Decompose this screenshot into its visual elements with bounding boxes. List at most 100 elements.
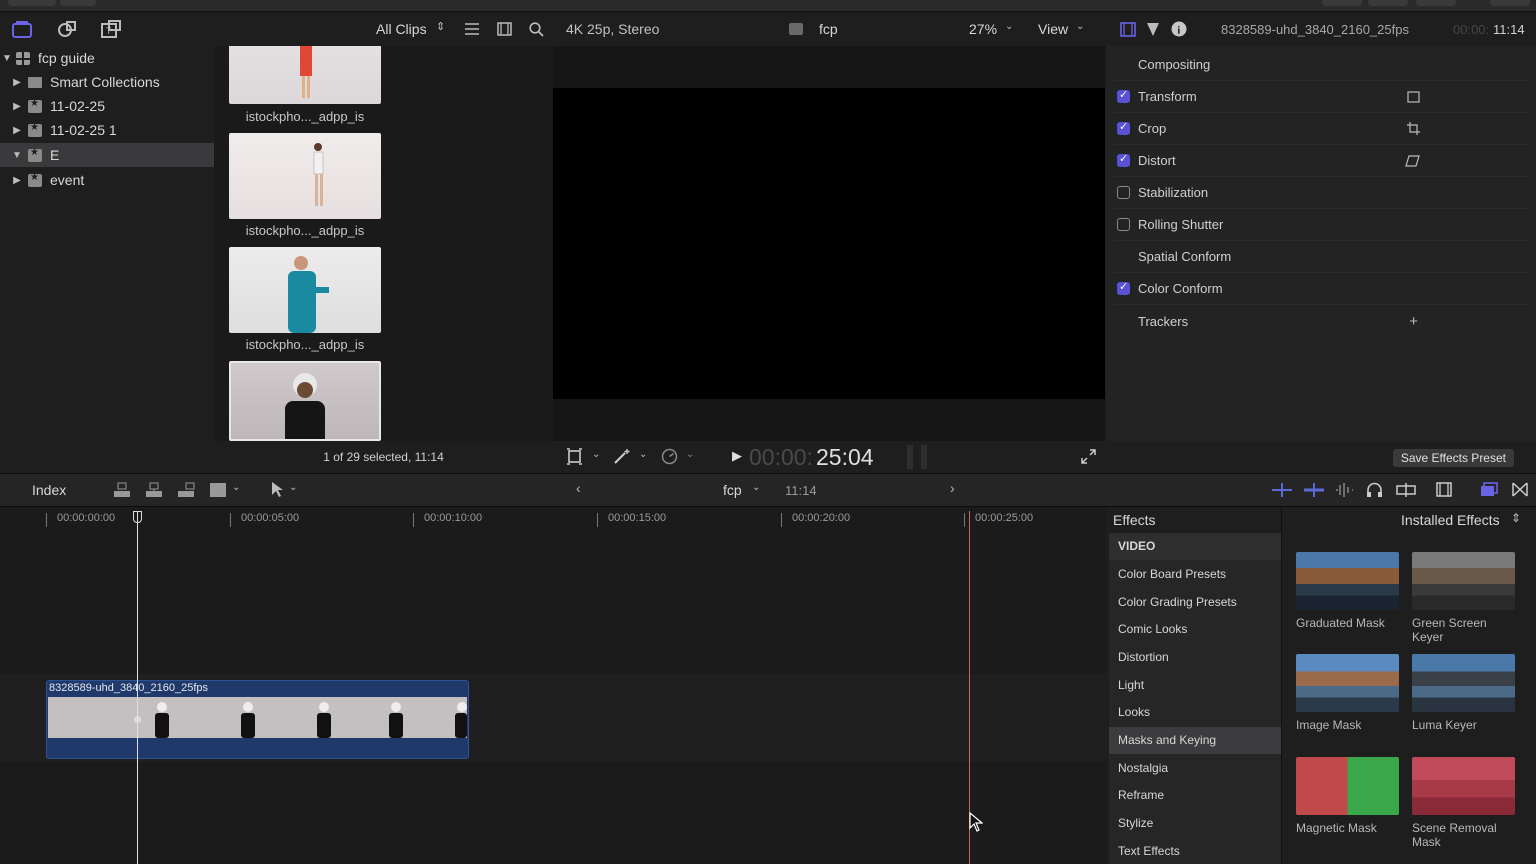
photos-audio-icon[interactable] [57,20,77,38]
distort-icon[interactable] [1405,154,1420,167]
library-item-event-selected[interactable]: ▼ E [0,143,214,167]
titles-generators-icon[interactable]: T [101,20,121,38]
library-root[interactable]: ▼ fcp guide [0,46,214,70]
filmstrip-icon[interactable] [1436,482,1452,497]
chevron-down-icon[interactable]: ⌄ [1076,21,1084,32]
checkbox-unchecked[interactable] [1117,186,1130,199]
category-item[interactable]: Color Grading Presets [1109,589,1281,616]
search-icon[interactable] [529,22,544,37]
back-arrow-icon[interactable]: ‹ [576,480,581,496]
category-header-video[interactable]: VIDEO [1109,533,1281,560]
clip-thumbnail[interactable] [229,46,381,104]
updown-chevron-icon[interactable]: ⇕ [1511,511,1521,525]
library-item-event[interactable]: ▶ 11-02-25 [0,94,214,118]
category-item[interactable]: Nostalgia [1109,755,1281,782]
play-icon[interactable]: ▶ [732,448,742,464]
window-button[interactable] [8,0,56,6]
category-item[interactable]: Looks [1109,699,1281,726]
effect-tile[interactable]: Scene Removal Mask [1412,757,1515,849]
chevron-down-icon[interactable]: ⌄ [232,482,240,493]
chevron-down-icon[interactable]: ⌄ [289,482,297,493]
updown-chevron-icon[interactable]: ⇕ [436,20,445,33]
effects-browser-icon[interactable] [1480,482,1498,497]
checkbox-checked[interactable] [1117,152,1130,167]
checkbox-unchecked[interactable] [1117,218,1130,231]
viewer-frame[interactable] [553,88,1105,399]
checkbox-checked[interactable] [1117,280,1130,295]
transform-tool-icon[interactable] [566,448,583,465]
effect-tile[interactable]: Luma Keyer [1412,654,1515,732]
disclosure-open-icon[interactable]: ▼ [10,150,24,161]
disclosure-closed-icon[interactable]: ▶ [10,125,24,136]
inspector-row-transform[interactable]: Transform [1114,81,1530,113]
inspector-row-distort[interactable]: Distort [1114,145,1530,177]
category-item[interactable]: Stylize [1109,810,1281,837]
window-button[interactable] [60,0,96,6]
effect-tile[interactable]: Magnetic Mask [1296,757,1399,835]
category-item[interactable]: Distortion [1109,644,1281,671]
transform-icon[interactable] [1407,90,1420,103]
effect-tile[interactable]: Image Mask [1296,654,1399,732]
installed-effects-menu[interactable]: Installed Effects [1401,512,1500,528]
plus-icon[interactable]: + [1409,313,1418,330]
playhead[interactable] [137,511,138,864]
disclosure-closed-icon[interactable]: ▶ [10,175,24,186]
chevron-down-icon[interactable]: ⌄ [686,449,694,460]
effect-tile[interactable]: Green Screen Keyer [1412,552,1515,644]
insert-clip-icon[interactable] [145,482,163,498]
window-button[interactable] [1368,0,1408,6]
snapping-icon[interactable] [1304,483,1324,497]
window-button[interactable] [1322,0,1362,6]
info-icon[interactable]: i [1171,21,1187,37]
timeline-project-name[interactable]: fcp [723,482,742,498]
inspector-row-rolling-shutter[interactable]: Rolling Shutter [1114,209,1530,241]
category-item[interactable]: Color Board Presets [1109,561,1281,588]
chevron-down-icon[interactable]: ⌄ [1005,21,1013,32]
headphones-solo-icon[interactable] [1366,482,1383,498]
crop-icon[interactable] [1407,122,1420,135]
index-button[interactable]: Index [32,482,66,498]
libraries-icon[interactable] [12,20,32,38]
inspector-row-color-conform[interactable]: Color Conform [1114,273,1530,305]
disclosure-open-icon[interactable]: ▼ [0,53,14,64]
timeline-ruler[interactable]: 00:00:00:00 00:00:05:00 00:00:10:00 00:0… [0,507,1106,531]
video-inspector-icon[interactable] [1120,22,1136,37]
timecode-display[interactable]: 25:04 [816,444,874,471]
save-effects-preset-button[interactable]: Save Effects Preset [1392,449,1514,467]
inspector-row-trackers[interactable]: Trackers + [1114,305,1530,337]
clip-thumbnail-selected[interactable] [229,361,381,441]
filmstrip-icon[interactable] [497,22,512,36]
inspector-row-compositing[interactable]: Compositing [1114,49,1530,81]
view-menu[interactable]: View [1038,21,1068,37]
clip-filter-label[interactable]: All Clips [376,21,427,37]
transitions-browser-icon[interactable] [1512,482,1528,497]
window-button[interactable] [1416,0,1456,6]
library-item-smart-collections[interactable]: ▶ Smart Collections [0,70,214,94]
checkbox-checked[interactable] [1117,120,1130,135]
effect-tile[interactable]: Graduated Mask [1296,552,1399,630]
chevron-down-icon[interactable]: ⌄ [639,449,647,460]
inspector-row-crop[interactable]: Crop [1114,113,1530,145]
chevron-down-icon[interactable]: ⌄ [752,482,760,493]
clip-thumbnail[interactable] [229,133,381,219]
enhance-wand-icon[interactable] [613,448,631,465]
category-item[interactable]: Comic Looks [1109,616,1281,643]
inspector-row-stabilization[interactable]: Stabilization [1114,177,1530,209]
overwrite-clip-icon[interactable] [209,482,227,498]
connect-clip-icon[interactable] [113,482,131,498]
clip-appearance-icon[interactable] [1396,483,1416,497]
playhead-handle[interactable] [133,511,142,523]
color-inspector-icon[interactable] [1146,22,1160,37]
retime-speedometer-icon[interactable] [661,448,678,465]
category-item[interactable]: Text Effects [1109,838,1281,864]
library-item-event[interactable]: ▶ event [0,168,214,192]
category-item[interactable]: Reframe [1109,782,1281,809]
append-clip-icon[interactable] [177,482,195,498]
chevron-down-icon[interactable]: ⌄ [592,449,600,460]
forward-arrow-icon[interactable]: › [950,480,955,496]
disclosure-closed-icon[interactable]: ▶ [10,101,24,112]
window-button[interactable] [1490,0,1530,6]
inspector-row-spatial-conform[interactable]: Spatial Conform [1114,241,1530,273]
skimming-icon[interactable] [1272,483,1292,497]
category-item-selected[interactable]: Masks and Keying [1109,727,1281,754]
